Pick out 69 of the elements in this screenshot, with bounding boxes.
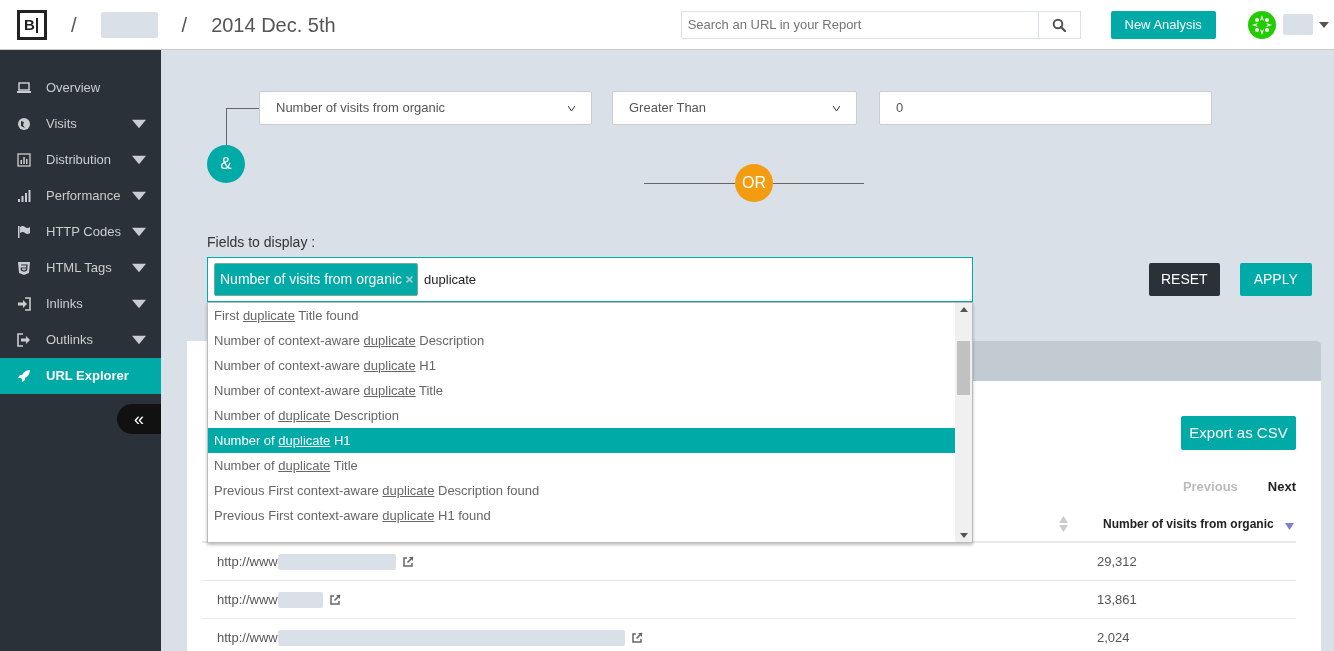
url-text: http://www bbox=[217, 552, 278, 571]
sign-out-icon bbox=[17, 333, 31, 347]
logo[interactable]: B bbox=[17, 9, 47, 40]
external-link-icon[interactable] bbox=[630, 631, 643, 644]
next-link[interactable]: Next bbox=[1267, 477, 1296, 497]
sidebar-item[interactable]: Performance bbox=[0, 178, 161, 214]
collapse-button[interactable]: « bbox=[117, 404, 161, 434]
search-button[interactable] bbox=[1038, 10, 1081, 39]
operator-select[interactable]: Greater Than bbox=[612, 91, 857, 125]
signal-bars-icon bbox=[17, 189, 31, 203]
caret-icon[interactable] bbox=[132, 297, 146, 311]
redaction-bar bbox=[277, 591, 323, 608]
search-icon bbox=[1052, 17, 1067, 32]
external-link-icon[interactable] bbox=[328, 593, 341, 606]
table-cell-text: 29,312 bbox=[1097, 552, 1137, 571]
suggestion-item[interactable]: Number of context-aware duplicate Description bbox=[208, 328, 955, 353]
suggestion-item[interactable]: Previous First context-aware duplicate H1 found bbox=[208, 503, 955, 528]
reset-button[interactable]: RESET bbox=[1149, 263, 1220, 296]
chevron-icon bbox=[833, 105, 840, 111]
table-cell-text: 2,024 bbox=[1097, 628, 1130, 647]
sidebar-item[interactable]: Outlinks bbox=[0, 322, 161, 358]
sidebar-item[interactable]: Visits bbox=[0, 106, 161, 142]
suggestion-item[interactable]: Number of context-aware duplicate H1 bbox=[208, 353, 955, 378]
caret-icon[interactable] bbox=[132, 225, 146, 239]
and-badge: & bbox=[207, 145, 245, 183]
sort-descending-icon[interactable] bbox=[1284, 523, 1294, 530]
suggestion-item[interactable]: First duplicate Title found bbox=[208, 303, 955, 328]
breadcrumb-item[interactable]: 2014 Dec. 5th bbox=[211, 9, 336, 40]
scrollbar[interactable] bbox=[955, 303, 972, 542]
suggestion-item[interactable]: Previous First context-aware duplicate Description found bbox=[208, 478, 955, 503]
globe-icon bbox=[17, 117, 31, 131]
scroll-down-icon[interactable] bbox=[959, 533, 968, 538]
flag-icon bbox=[17, 225, 31, 239]
caret-icon[interactable] bbox=[132, 189, 146, 203]
caret-icon[interactable] bbox=[132, 117, 146, 131]
column-header[interactable]: Number of visits from organic bbox=[1103, 515, 1274, 533]
rocket-icon bbox=[17, 369, 31, 383]
caret-icon[interactable] bbox=[1318, 21, 1329, 28]
value-field[interactable]: 0 bbox=[879, 91, 1212, 125]
scroll-up-icon[interactable] bbox=[959, 307, 968, 312]
sidebar-item[interactable]: Inlinks bbox=[0, 286, 161, 322]
laptop-icon bbox=[17, 81, 31, 95]
caret-icon[interactable] bbox=[132, 153, 146, 167]
field-select[interactable]: Number of visits from organic bbox=[259, 91, 592, 125]
breadcrumb-separator: / bbox=[71, 12, 77, 38]
chevron-icon bbox=[568, 105, 575, 111]
caret-icon[interactable] bbox=[132, 261, 146, 275]
redaction-bar bbox=[100, 11, 158, 38]
scrollbar-thumb[interactable] bbox=[957, 340, 970, 395]
suggestion-item[interactable]: Number of duplicate Title bbox=[208, 453, 955, 478]
sidebar-item[interactable]: Distribution bbox=[0, 142, 161, 178]
url-text: http://www bbox=[217, 628, 278, 647]
field-label: Fields to display : bbox=[207, 233, 317, 250]
table-cell-text: 13,861 bbox=[1097, 590, 1137, 609]
suggestion-item[interactable]: Number of duplicate Description bbox=[208, 403, 955, 428]
or-badge: OR bbox=[735, 164, 773, 202]
sidebar-item[interactable]: HTML Tags bbox=[0, 250, 161, 286]
suggestion-item[interactable]: Number of context-aware duplicate Title bbox=[208, 378, 955, 403]
url-text: http://www bbox=[217, 590, 278, 609]
external-link-icon[interactable] bbox=[401, 555, 414, 568]
search-field[interactable]: Search an URL in your Report bbox=[680, 10, 1039, 39]
redaction-bar bbox=[1282, 14, 1313, 35]
shield-icon bbox=[17, 261, 31, 275]
breadcrumb-separator: / bbox=[181, 12, 188, 38]
caret-icon[interactable] bbox=[132, 333, 146, 347]
sidebar-item[interactable]: Overview bbox=[0, 70, 161, 106]
sidebar-item[interactable]: HTTP Codes bbox=[0, 214, 161, 250]
bar-chart-icon bbox=[17, 153, 31, 167]
sign-in-icon bbox=[17, 297, 31, 311]
